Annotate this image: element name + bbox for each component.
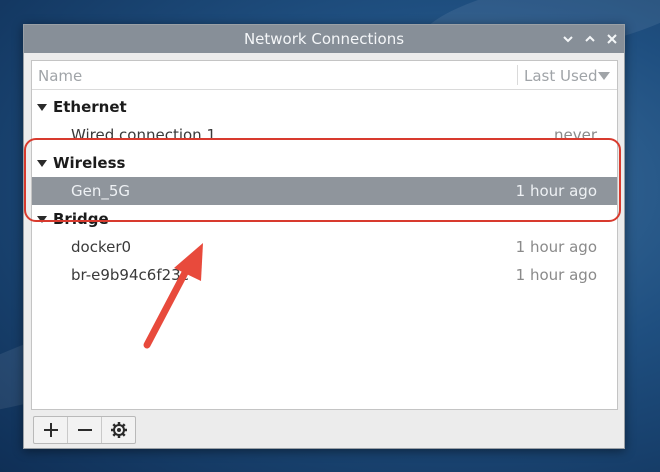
- annotation-arrow-icon: [143, 243, 203, 349]
